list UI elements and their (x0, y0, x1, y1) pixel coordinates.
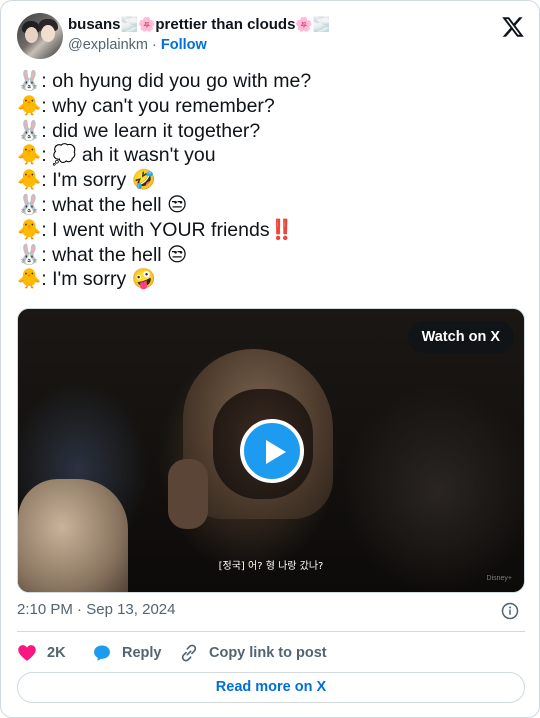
avatar[interactable] (17, 13, 63, 59)
tweet-line: 🐰: oh hyung did you go with me? (17, 70, 312, 92)
tweet-line: 🐰: did we learn it together? (17, 119, 261, 142)
video-figure-hand (168, 459, 208, 529)
blossom-emoji-icon: 🌸 (137, 16, 156, 32)
tweet-timestamp[interactable]: 2:10 PM · Sep 13, 2024 (17, 601, 175, 618)
tweet-line: 🐥: 💭 ah it wasn't you (17, 144, 216, 167)
like-count: 2K (47, 645, 66, 661)
like-button[interactable]: 2K (17, 641, 66, 665)
reply-button[interactable]: Reply (92, 641, 162, 665)
bunny-emoji-icon: 🐰 (17, 119, 42, 142)
heart-icon (18, 645, 36, 661)
link-icon (181, 644, 197, 662)
chick-emoji-icon: 🐥 (17, 144, 42, 167)
handle-line: @explainkm · Follow (68, 37, 207, 53)
video-subtitle: [정국] 어? 형 나랑 갔나? (218, 561, 324, 572)
x-logo-icon[interactable] (501, 15, 525, 39)
author-name[interactable]: busans🌫️🌸prettier than clouds🌸🌫️ (68, 16, 330, 33)
play-icon (266, 440, 286, 464)
chick-emoji-icon: 🐥 (17, 268, 42, 291)
separator: · (152, 37, 157, 53)
author-handle[interactable]: @explainkm (68, 37, 148, 53)
tweet-text: 🐰: oh hyung did you go with me? 🐥: why c… (17, 69, 525, 292)
chick-emoji-icon: 🐥 (17, 94, 42, 117)
reply-label: Reply (122, 645, 162, 661)
display-name[interactable]: busans (68, 16, 121, 33)
tweet-line: 🐰: what the hell 😒 (17, 243, 188, 266)
tweet-header: busans🌫️🌸prettier than clouds🌸🌫️ @explai… (17, 13, 527, 61)
blossom-emoji-icon: 🌸 (295, 16, 313, 32)
video-watermark: Disney+ (486, 575, 512, 582)
tweet-line: 🐥: I went with YOUR friends‼️ (17, 218, 294, 241)
separator: · (77, 601, 83, 618)
play-button[interactable] (240, 419, 304, 483)
cloud-emoji-icon: 🌫️ (120, 16, 138, 32)
tweet-line: 🐰: what the hell 😒 (17, 193, 188, 216)
divider (17, 631, 525, 632)
copy-link-label: Copy link to post (209, 645, 327, 661)
watch-on-x-button[interactable]: Watch on X (407, 321, 514, 353)
tweet-line: 🐥: why can't you remember? (17, 94, 275, 117)
bunny-emoji-icon: 🐰 (17, 193, 42, 216)
bunny-emoji-icon: 🐰 (17, 243, 42, 266)
video-figure-arm (18, 479, 128, 592)
chick-emoji-icon: 🐥 (17, 169, 42, 192)
tweet-card: busans🌫️🌸prettier than clouds🌸🌫️ @explai… (0, 0, 540, 718)
reply-bubble-icon (94, 645, 110, 661)
tweet-line: 🐥: I'm sorry 🤣 (17, 169, 156, 192)
info-icon[interactable] (501, 602, 519, 620)
read-more-button[interactable]: Read more on X (17, 672, 525, 703)
name-text: prettier than clouds (155, 16, 296, 33)
tweet-date: Sep 13, 2024 (86, 601, 176, 618)
cloud-emoji-icon: 🌫️ (312, 16, 331, 32)
action-bar: 2K Reply Copy link to post (17, 641, 525, 665)
bunny-emoji-icon: 🐰 (17, 70, 42, 92)
follow-link[interactable]: Follow (161, 37, 207, 53)
video-player[interactable]: Watch on X [정국] 어? 형 나랑 갔나? Disney+ (17, 308, 525, 593)
chick-emoji-icon: 🐥 (17, 218, 42, 241)
tweet-line: 🐥: I'm sorry 🤪 (17, 268, 156, 291)
tweet-time: 2:10 PM (17, 601, 73, 618)
copy-link-button[interactable]: Copy link to post (179, 641, 327, 665)
